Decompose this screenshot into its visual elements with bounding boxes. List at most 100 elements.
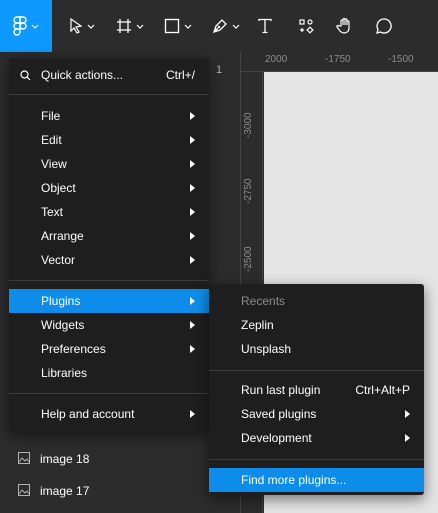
pen-icon [212,18,228,34]
shortcut-label: Ctrl+/ [165,68,195,82]
search-icon [20,70,31,84]
menu-item-label: Widgets [41,318,85,332]
resources-tool-button[interactable] [288,0,324,52]
menu-item-label: View [41,157,67,171]
menu-item-edit[interactable]: Edit [9,128,209,152]
shortcut-label: Ctrl+Alt+P [355,383,410,397]
menu-item-run-last-plugin[interactable]: Run last plugin Ctrl+Alt+P [209,378,424,402]
chevron-right-icon [190,321,195,329]
frame-icon [116,18,132,34]
plugins-submenu: Recents Zeplin Unsplash Run last plugin … [209,284,424,495]
rectangle-icon [164,18,180,34]
menu-item-label: Help and account [41,407,135,421]
menu-item-label: Plugins [41,294,81,308]
text-icon [257,18,273,34]
chevron-down-icon [184,24,192,29]
toolbar [0,0,438,52]
main-menu: Quick actions... Ctrl+/ File Edit View O… [9,58,209,432]
menu-item-object[interactable]: Object [9,176,209,200]
chevron-right-icon [190,256,195,264]
chevron-right-icon [190,208,195,216]
chevron-right-icon [190,112,195,120]
ruler-tick: -2500 [243,246,254,272]
chevron-down-icon [87,24,95,29]
menu-item-find-more-plugins[interactable]: Find more plugins... [209,468,424,492]
menu-item-preferences[interactable]: Preferences [9,337,209,361]
ruler-tick: -2750 [243,178,254,204]
zoom-fragment: 1 [216,64,223,76]
menu-item-unsplash[interactable]: Unsplash [209,337,424,361]
menu-item-label: Edit [41,133,62,147]
main-menu-button[interactable] [0,0,52,52]
chevron-right-icon [190,297,195,305]
comment-tool-button[interactable] [368,0,400,52]
ruler-tick: 2000 [265,54,288,65]
toolbar-right-area [404,0,438,52]
ruler-tick: -1750 [325,54,351,65]
frame-tool-button[interactable] [108,0,152,52]
menu-item-label: Text [41,205,64,219]
layer-row[interactable]: image 17 [0,475,240,507]
menu-item-saved-plugins[interactable]: Saved plugins [209,402,424,426]
menu-item-label: Libraries [41,366,88,380]
menu-item-vector[interactable]: Vector [9,248,209,272]
menu-separator [9,393,209,394]
chevron-right-icon [190,136,195,144]
menu-item-label: Run last plugin [241,383,321,397]
menu-item-development[interactable]: Development [209,426,424,450]
chevron-right-icon [190,345,195,353]
menu-item-label: File [41,109,61,123]
figma-logo-icon [13,16,27,36]
chevron-right-icon [190,160,195,168]
menu-item-view[interactable]: View [9,152,209,176]
menu-item-label: Saved plugins [241,407,317,421]
menu-item-zeplin[interactable]: Zeplin [209,313,424,337]
recents-heading: Recents [209,289,424,313]
layer-row[interactable]: image 18 [0,443,240,475]
menu-item-text[interactable]: Text [9,200,209,224]
menu-item-label: Quick actions... [41,68,124,82]
menu-item-label: Unsplash [241,342,292,356]
chevron-down-icon [232,24,240,29]
chevron-right-icon [405,410,410,418]
menu-item-label: Arrange [41,229,84,243]
move-tool-button[interactable] [60,0,104,52]
image-icon [18,483,30,499]
hand-tool-button[interactable] [330,0,360,52]
layer-label: image 18 [40,452,90,466]
menu-item-label: Zeplin [241,318,274,332]
move-cursor-icon [69,18,83,34]
pen-tool-button[interactable] [204,0,248,52]
menu-item-quick-actions[interactable]: Quick actions... Ctrl+/ [9,63,209,87]
menu-separator [9,94,209,95]
chevron-down-icon [136,24,144,29]
menu-item-label: Find more plugins... [241,473,347,487]
menu-item-arrange[interactable]: Arrange [9,224,209,248]
ruler-tick: -3000 [243,112,254,138]
menu-separator [9,280,209,281]
menu-item-label: Vector [41,253,76,267]
menu-item-libraries[interactable]: Libraries [9,361,209,385]
resources-icon [298,18,314,34]
menu-item-widgets[interactable]: Widgets [9,313,209,337]
hand-icon [336,17,354,35]
comment-icon [375,17,393,35]
menu-item-help-and-account[interactable]: Help and account [9,402,209,426]
text-tool-button[interactable] [250,0,280,52]
menu-item-file[interactable]: File [9,104,209,128]
chevron-down-icon [31,24,39,29]
ruler-tick: -1500 [388,54,414,65]
menu-separator [209,370,424,371]
chevron-right-icon [190,410,195,418]
menu-item-label: Preferences [41,342,106,356]
menu-item-plugins[interactable]: Plugins [9,289,209,313]
menu-item-label: Object [41,181,76,195]
menu-item-label: Development [241,431,312,445]
image-icon [18,451,30,467]
horizontal-ruler: 2000 -1750 -1500 [241,52,438,72]
layer-label: image 17 [40,484,90,498]
shape-tool-button[interactable] [156,0,200,52]
menu-separator [209,459,424,460]
chevron-right-icon [405,434,410,442]
chevron-right-icon [190,184,195,192]
